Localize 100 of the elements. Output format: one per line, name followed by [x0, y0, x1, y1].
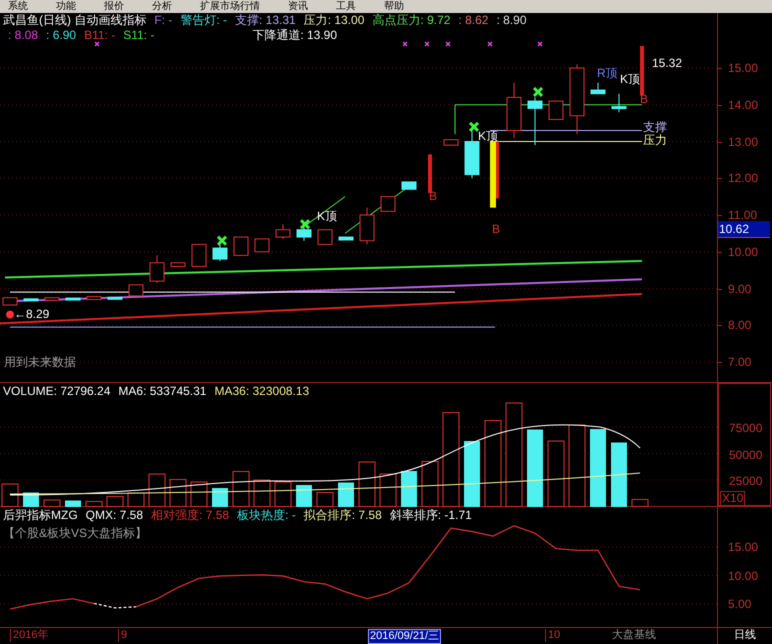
volume-bar [464, 441, 480, 507]
indicator-value: : 8.90 [496, 13, 526, 28]
volume-bar [358, 462, 376, 507]
dot-marker-icon [6, 310, 14, 319]
cross-marker-icon [216, 235, 228, 246]
candlestick [612, 93, 626, 113]
axis-label: 10.00 [728, 244, 758, 259]
indicator-value: 压力: 13.00 [304, 13, 364, 28]
axis-label: 5.00 [728, 597, 752, 611]
chart-label: 压力 [643, 134, 667, 147]
chart-label: K顶 [478, 130, 498, 143]
menu-item[interactable]: 工具 [336, 2, 356, 12]
volume-bar [212, 488, 228, 507]
candlestick [506, 82, 522, 138]
candlestick [338, 236, 354, 240]
axis-label: 15.00 [728, 540, 758, 554]
cross-marker-icon [532, 86, 544, 98]
unit-label: X10 [720, 491, 746, 506]
candlestick [128, 284, 144, 296]
candlestick [212, 244, 228, 262]
indicator-value: 板块热度: - [237, 508, 296, 522]
date-label: 2016/09/21/三 [368, 629, 442, 644]
candlestick [108, 296, 122, 300]
volume-bar [401, 471, 417, 507]
menu-item[interactable]: 功能 [56, 2, 76, 12]
candlestick [402, 181, 416, 190]
axis-label: 50000 [729, 448, 762, 462]
volume-bar [274, 482, 292, 507]
date-label: 2016年 [10, 629, 48, 642]
cross-marker-icon [300, 218, 310, 230]
menu-item[interactable]: 报价 [104, 2, 124, 12]
indicator-value: : 6.90 [46, 28, 76, 43]
candlestick [570, 64, 584, 135]
warning-text: 用到未来数据 [4, 356, 76, 369]
candlestick [360, 207, 374, 245]
chart-label: B [492, 223, 500, 236]
menu-item[interactable]: 资讯 [288, 2, 308, 12]
indicator-value: S11: - [123, 28, 154, 43]
current-price-label: 10.62 [718, 220, 770, 238]
axis-label: 15.00 [728, 61, 758, 75]
volume-bar [44, 500, 60, 507]
indicator-value: : 8.08 [8, 28, 38, 43]
menu-item[interactable]: 帮助 [384, 2, 404, 12]
candlestick [548, 100, 564, 120]
menu-item[interactable]: 分析 [152, 2, 172, 12]
indicator-value: 相对强度: 7.58 [151, 508, 230, 522]
indicator-value: 支撑: 13.31 [235, 13, 296, 28]
candlestick [2, 297, 18, 306]
cross-marker-icon [424, 41, 430, 47]
chart-label: K顶 [620, 73, 640, 86]
candlestick [296, 226, 312, 242]
indicator-value: B11: - [84, 28, 116, 43]
signal-bar [428, 154, 432, 193]
candlestick [444, 139, 458, 146]
indicator-value: F: - [154, 13, 172, 28]
indicator-value: MA36: 323008.13 [214, 384, 310, 398]
cross-marker-icon [445, 41, 451, 47]
volume-bar [254, 480, 270, 507]
candlestick [380, 196, 396, 212]
indicator-value: MA6: 533745.31 [118, 384, 206, 398]
candlestick [318, 229, 332, 245]
axis-label: 12.00 [728, 171, 758, 186]
indicator-subtitle: 【个股&板块VS大盘指标】 [3, 526, 148, 540]
volume-bar [128, 492, 144, 507]
candlestick [86, 296, 102, 300]
indicator-value: 警告灯: - [180, 13, 227, 28]
indicator-value: QMX: 7.58 [86, 508, 144, 522]
candlestick [24, 298, 38, 302]
indicator-value: : 8.62 [458, 13, 488, 28]
chart-label: 15.32 [652, 57, 682, 70]
chart-label: ←8.29 [14, 308, 50, 321]
candlestick [234, 236, 248, 256]
volume-bar [338, 482, 354, 507]
volume-bar [190, 482, 208, 507]
date-label: 10 [545, 629, 560, 642]
candlestick [150, 254, 164, 284]
chart-label: R顶 [597, 67, 618, 80]
volume-bar [232, 471, 250, 507]
volume-bar [380, 474, 396, 507]
signal-bar [640, 46, 644, 96]
cross-marker-icon [94, 41, 100, 47]
candlestick [44, 297, 60, 301]
volume-bar [65, 500, 81, 507]
candlestick [276, 224, 290, 240]
menu-item[interactable]: 扩展市场行情 [200, 2, 260, 12]
chart-label: B [429, 190, 438, 203]
axis-label: 8.00 [728, 318, 752, 332]
axis-label: 10.00 [728, 568, 758, 582]
cross-marker-icon [468, 121, 480, 132]
chart-label: 支撑 [643, 121, 667, 134]
cross-marker-icon [487, 41, 493, 47]
volume-bar [148, 474, 166, 507]
chart-label: B [640, 93, 648, 106]
candlestick [66, 298, 80, 301]
volume-bar [548, 440, 564, 507]
baseline-label: 大盘基线 [612, 629, 656, 642]
menu-item[interactable]: 系统 [8, 2, 28, 12]
axis-label: 7.00 [728, 355, 752, 369]
candlestick [590, 82, 606, 94]
indicator-value: 斜率排序: -1.71 [390, 508, 472, 522]
